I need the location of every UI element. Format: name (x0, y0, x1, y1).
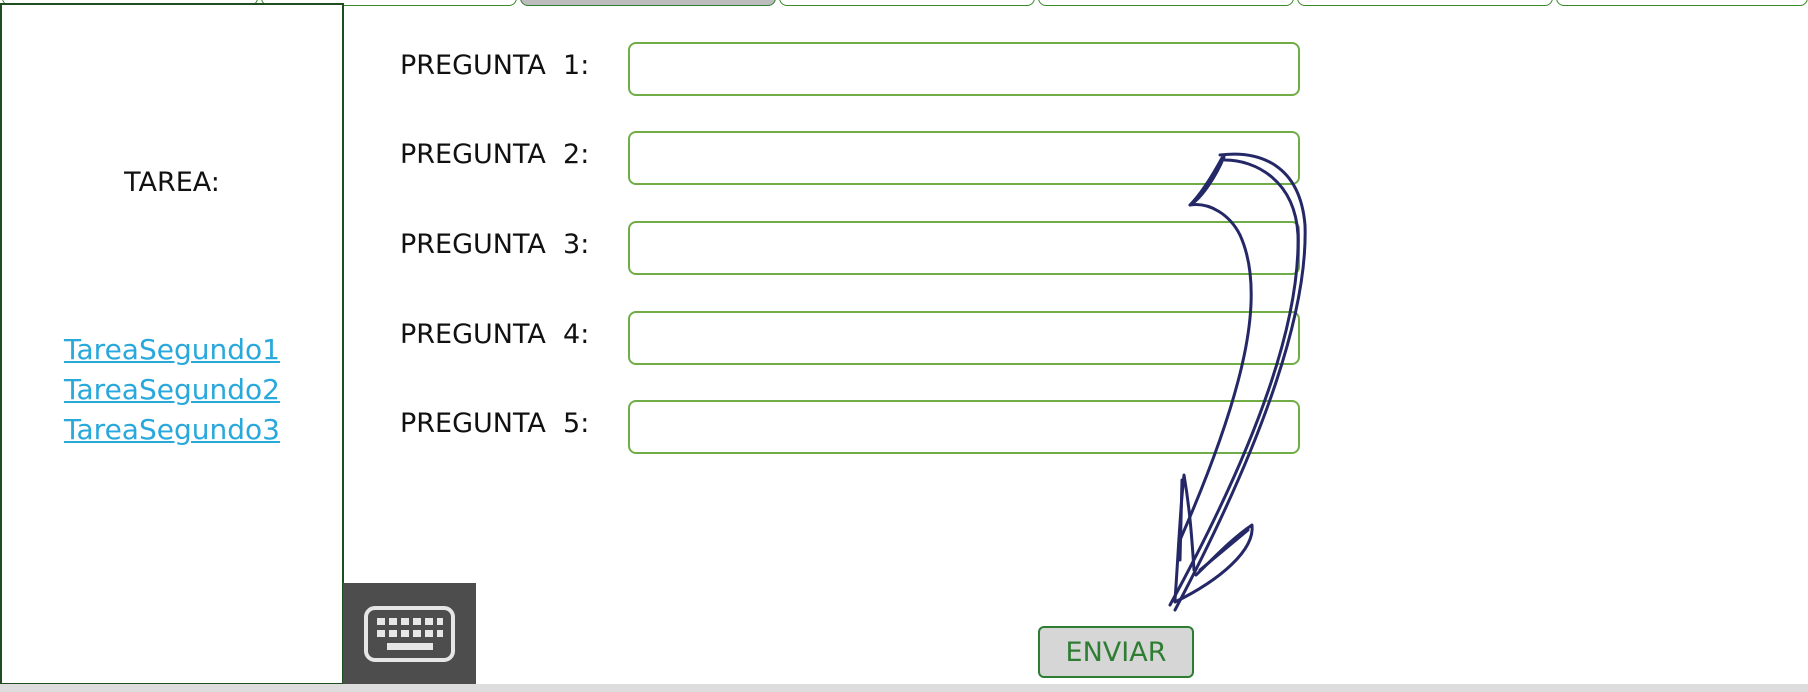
question-5-label: PREGUNTA 5: (400, 408, 590, 439)
task-link-list: TareaSegundo1 TareaSegundo2 TareaSegundo… (2, 330, 342, 450)
top-tab-7[interactable] (1556, 0, 1808, 6)
top-tab-3[interactable] (520, 0, 776, 6)
keyboard-icon (364, 606, 455, 662)
question-3-label: PREGUNTA 3: (400, 229, 590, 260)
task-sidebar: TAREA: TareaSegundo1 TareaSegundo2 Tarea… (0, 3, 344, 685)
question-2-label: PREGUNTA 2: (400, 139, 590, 170)
task-link-1[interactable]: TareaSegundo1 (2, 330, 342, 370)
top-tab-5[interactable] (1038, 0, 1294, 6)
question-4-label: PREGUNTA 4: (400, 319, 590, 350)
question-1-input[interactable] (628, 42, 1300, 96)
task-heading: TAREA: (124, 167, 220, 198)
task-link-2[interactable]: TareaSegundo2 (2, 370, 342, 410)
question-1-label: PREGUNTA 1: (400, 50, 590, 81)
task-link-3[interactable]: TareaSegundo3 (2, 410, 342, 450)
submit-button[interactable]: ENVIAR (1038, 626, 1194, 678)
top-tab-6[interactable] (1297, 0, 1553, 6)
hand-drawn-arrow-icon (1168, 152, 1307, 612)
top-tab-4[interactable] (779, 0, 1035, 6)
keyboard-button[interactable] (343, 583, 476, 684)
bottom-scrollbar[interactable] (0, 684, 1808, 692)
